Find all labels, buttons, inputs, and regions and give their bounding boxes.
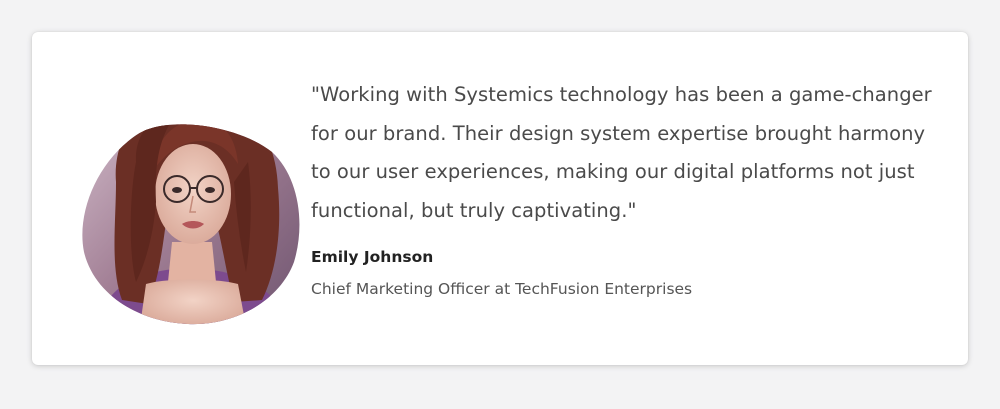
testimonial-card: "Working with Systemics technology has b… xyxy=(32,32,968,365)
author-title: Chief Marketing Officer at TechFusion En… xyxy=(311,280,693,298)
author-name: Emily Johnson xyxy=(311,248,434,266)
portrait-photo-icon xyxy=(82,124,300,325)
testimonial-quote: "Working with Systemics technology has b… xyxy=(311,83,932,222)
avatar xyxy=(76,72,302,326)
